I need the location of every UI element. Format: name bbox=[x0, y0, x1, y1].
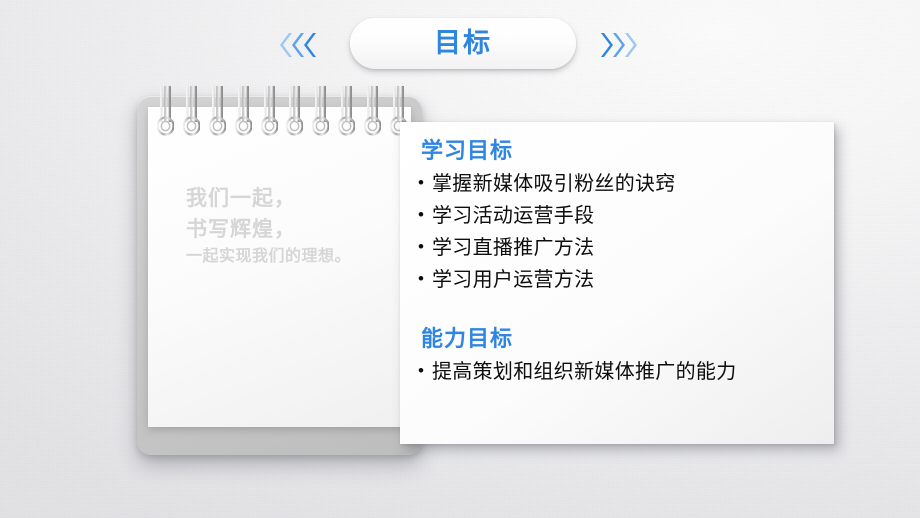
notepad-slogan-line: 书写辉煌， bbox=[186, 218, 296, 241]
chevron-left-group bbox=[280, 30, 316, 60]
spiral-ring-icon bbox=[260, 84, 278, 140]
list-item: 学习活动运营手段 bbox=[418, 199, 816, 232]
notepad-slogan-line: 一起实现我们的理想。 bbox=[186, 248, 352, 265]
content-card: 学习目标 掌握新媒体吸引粉丝的诀窍 学习活动运营手段 学习直播推广方法 学习用户… bbox=[400, 122, 834, 444]
chevron-left-icon bbox=[304, 32, 317, 58]
notepad-slogan: 我们一起， 书写辉煌， 一起实现我们的理想。 bbox=[186, 183, 406, 269]
section-title-pill: 目标 bbox=[350, 18, 576, 69]
section-heading: 能力目标 bbox=[421, 326, 514, 351]
spiral-ring-icon bbox=[208, 84, 226, 140]
spiral-ring-icon bbox=[157, 84, 174, 140]
spiral-ring-icon bbox=[182, 84, 200, 140]
chevron-right-group bbox=[600, 30, 637, 60]
spiral-ring-icon bbox=[338, 84, 356, 140]
slide-canvas: 目标 我们一起， 书写辉煌， 一起实现我们的理想。 学习目标 • 掌握新媒体吸引… bbox=[0, 0, 920, 518]
section-learning-objectives: 学习目标 掌握新媒体吸引粉丝的诀窍 学习活动运营手段 学习直播推广方法 学习用户… bbox=[418, 136, 816, 296]
slide-header: 目标 bbox=[0, 0, 920, 92]
list-item: 提高策划和组织新媒体推广的能力 bbox=[418, 355, 816, 388]
notepad-slogan-line: 我们一起， bbox=[186, 187, 296, 210]
list-item: 学习用户运营方法 bbox=[418, 263, 816, 296]
list-item: 学习直播推广方法 bbox=[418, 231, 816, 264]
section-heading: 学习目标 bbox=[421, 138, 514, 163]
spiral-ring-icon bbox=[234, 84, 252, 140]
notepad-spiral-binding bbox=[157, 84, 407, 140]
notepad-page: 我们一起， 书写辉煌， 一起实现我们的理想。 bbox=[148, 107, 411, 427]
list-item: 掌握新媒体吸引粉丝的诀窍 bbox=[418, 167, 816, 200]
page-title: 目标 bbox=[434, 28, 492, 58]
spiral-ring-icon bbox=[312, 84, 330, 140]
chevron-right-icon bbox=[624, 32, 637, 58]
spiral-ring-icon bbox=[286, 84, 304, 140]
ability-list: 提高策划和组织新媒体推广的能力 bbox=[418, 355, 816, 388]
section-ability-objectives: 能力目标 提高策划和组织新媒体推广的能力 bbox=[418, 324, 816, 388]
spiral-ring-icon bbox=[364, 84, 381, 140]
objective-list: 掌握新媒体吸引粉丝的诀窍 学习活动运营手段 学习直播推广方法 学习用户运营方法 bbox=[418, 167, 816, 296]
notepad-graphic: 我们一起， 书写辉煌， 一起实现我们的理想。 bbox=[137, 86, 422, 455]
